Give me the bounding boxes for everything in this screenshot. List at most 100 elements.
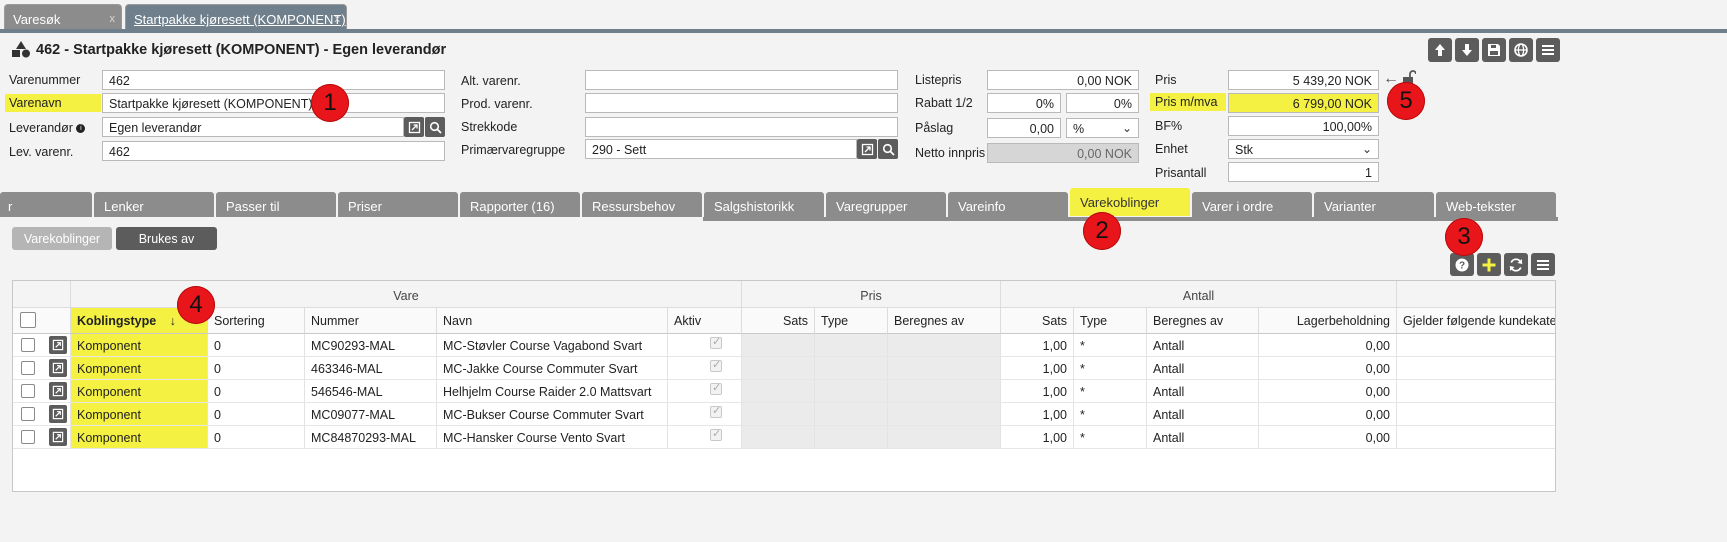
tab-lenker[interactable]: Lenker <box>94 192 214 217</box>
close-icon[interactable]: x <box>335 13 341 25</box>
antall-sats-cell: 1,00 <box>1001 426 1074 449</box>
sortering-cell: 0 <box>208 380 305 403</box>
leverandor-field[interactable]: Egen leverandør <box>102 117 404 137</box>
pris-sats-cell <box>742 426 815 449</box>
chevron-down-icon: ⌄ <box>1361 142 1372 156</box>
row-checkbox[interactable] <box>21 430 35 444</box>
pris-sats-cell <box>742 334 815 357</box>
pris-field[interactable]: 5 439,20 NOK <box>1228 70 1379 90</box>
paslag-unit-select[interactable]: % ⌄ <box>1066 118 1139 138</box>
tab-varer-i-ordre[interactable]: Varer i ordre <box>1192 192 1312 217</box>
info-icon: i <box>76 124 86 133</box>
lagerbeholdning-cell: 0,00 <box>1259 426 1397 449</box>
web-button[interactable] <box>1509 38 1533 62</box>
window-tab-startpakke[interactable]: Startpakke kjøresett (KOMPONENT) x <box>125 4 347 29</box>
group-header-blank <box>13 281 71 308</box>
pris-mva-field[interactable]: 6 799,00 NOK <box>1228 93 1379 113</box>
menu-button[interactable] <box>1536 38 1560 62</box>
bf-label: BF% <box>1155 119 1183 133</box>
open-row-button[interactable] <box>49 336 67 354</box>
checkmark-icon: ✓ <box>712 336 722 348</box>
bf-field[interactable]: 100,00% <box>1228 116 1379 136</box>
row-checkbox[interactable] <box>21 407 35 421</box>
rabatt1-field[interactable]: 0% <box>987 93 1061 113</box>
primaervaregruppe-field[interactable]: 290 - Sett <box>585 139 857 159</box>
search-varegruppe-button[interactable] <box>878 139 898 159</box>
refresh-button[interactable] <box>1504 253 1528 276</box>
open-leverandor-button[interactable] <box>404 117 424 137</box>
nummer-cell: 546546-MAL <box>305 380 437 403</box>
row-checkbox[interactable] <box>21 361 35 375</box>
varenummer-field[interactable]: 462 <box>102 70 445 90</box>
add-button[interactable] <box>1477 253 1501 276</box>
arrow-down-icon <box>1462 44 1472 56</box>
listepris-field[interactable]: 0,00 NOK <box>987 70 1139 90</box>
open-row-button[interactable] <box>49 428 67 446</box>
col-antall-sats[interactable]: Sats <box>1001 308 1074 334</box>
col-antall-type[interactable]: Type <box>1074 308 1147 334</box>
tab-varekoblinger[interactable]: Varekoblinger <box>1070 188 1190 216</box>
open-varegruppe-button[interactable] <box>857 139 877 159</box>
close-icon[interactable]: x <box>110 13 116 25</box>
save-icon <box>1488 44 1500 56</box>
sort-down-icon: ↓ <box>169 314 176 328</box>
strekkode-field[interactable] <box>585 117 898 137</box>
hamburger-icon <box>1537 259 1549 270</box>
col-antall-beregnes[interactable]: Beregnes av <box>1147 308 1259 334</box>
varenavn-field[interactable]: Startpakke kjøresett (KOMPONENT) <box>102 93 445 113</box>
row-checkbox[interactable] <box>21 338 35 352</box>
window-tab-varesok[interactable]: Varesøk x <box>4 4 122 29</box>
search-leverandor-button[interactable] <box>425 117 445 137</box>
brukes-av-subtab[interactable]: Brukes av <box>116 227 217 250</box>
tab-varegrupper[interactable]: Varegrupper <box>826 192 946 217</box>
open-row-button[interactable] <box>49 382 67 400</box>
page-title: 462 - Startpakke kjøresett (KOMPONENT) -… <box>36 42 447 58</box>
tab-priser[interactable]: Priser <box>338 192 458 217</box>
badge-4: 4 <box>177 286 215 324</box>
tab-rapporter[interactable]: Rapporter (16) <box>460 192 580 217</box>
paslag-field[interactable]: 0,00 <box>987 118 1061 138</box>
col-navn[interactable]: Navn <box>437 308 668 334</box>
select-all-checkbox[interactable] <box>20 312 36 328</box>
lev-varenr-field[interactable]: 462 <box>102 141 445 161</box>
tab-partial[interactable]: r <box>0 192 92 217</box>
grid-menu-button[interactable] <box>1531 253 1555 276</box>
window-tab-bar <box>0 29 1727 33</box>
varekoblinger-subtab[interactable]: Varekoblinger <box>12 227 112 250</box>
col-gjelder[interactable]: Gjelder følgende kundekateg <box>1397 308 1555 334</box>
prod-varenr-field[interactable] <box>585 93 898 113</box>
antall-type-cell: * <box>1074 426 1147 449</box>
open-row-button[interactable] <box>49 359 67 377</box>
move-up-button[interactable] <box>1428 38 1452 62</box>
nummer-cell: 463346-MAL <box>305 357 437 380</box>
tab-salgshistorikk[interactable]: Salgshistorikk <box>704 192 824 217</box>
tab-vareinfo[interactable]: Vareinfo <box>948 192 1068 217</box>
alt-varenr-field[interactable] <box>585 70 898 90</box>
group-header-vare: Vare <box>71 281 742 308</box>
enhet-select[interactable]: Stk ⌄ <box>1228 139 1379 159</box>
save-button[interactable] <box>1482 38 1506 62</box>
gjelder-cell <box>1397 357 1555 380</box>
move-down-button[interactable] <box>1455 38 1479 62</box>
col-nummer[interactable]: Nummer <box>305 308 437 334</box>
help-button[interactable]: ? <box>1450 253 1474 276</box>
pris-sats-cell <box>742 380 815 403</box>
tab-web-tekster[interactable]: Web-tekster <box>1436 192 1556 217</box>
tab-varianter[interactable]: Varianter <box>1314 192 1434 217</box>
col-pris-beregnes[interactable]: Beregnes av <box>888 308 1001 334</box>
col-pris-type[interactable]: Type <box>815 308 888 334</box>
rabatt2-field[interactable]: 0% <box>1066 93 1139 113</box>
aktiv-cell: ✓ <box>668 426 742 449</box>
row-checkbox[interactable] <box>21 384 35 398</box>
col-lagerbeholdning[interactable]: Lagerbeholdning <box>1259 308 1397 334</box>
prisantall-field[interactable]: 1 <box>1228 162 1379 182</box>
col-aktiv[interactable]: Aktiv <box>668 308 742 334</box>
gjelder-cell <box>1397 426 1555 449</box>
tab-ressursbehov[interactable]: Ressursbehov <box>582 192 702 217</box>
col-sortering[interactable]: Sortering <box>208 308 305 334</box>
badge-1: 1 <box>311 84 349 122</box>
antall-sats-cell: 1,00 <box>1001 357 1074 380</box>
open-row-button[interactable] <box>49 405 67 423</box>
tab-passer-til[interactable]: Passer til <box>216 192 336 217</box>
col-pris-sats[interactable]: Sats <box>742 308 815 334</box>
